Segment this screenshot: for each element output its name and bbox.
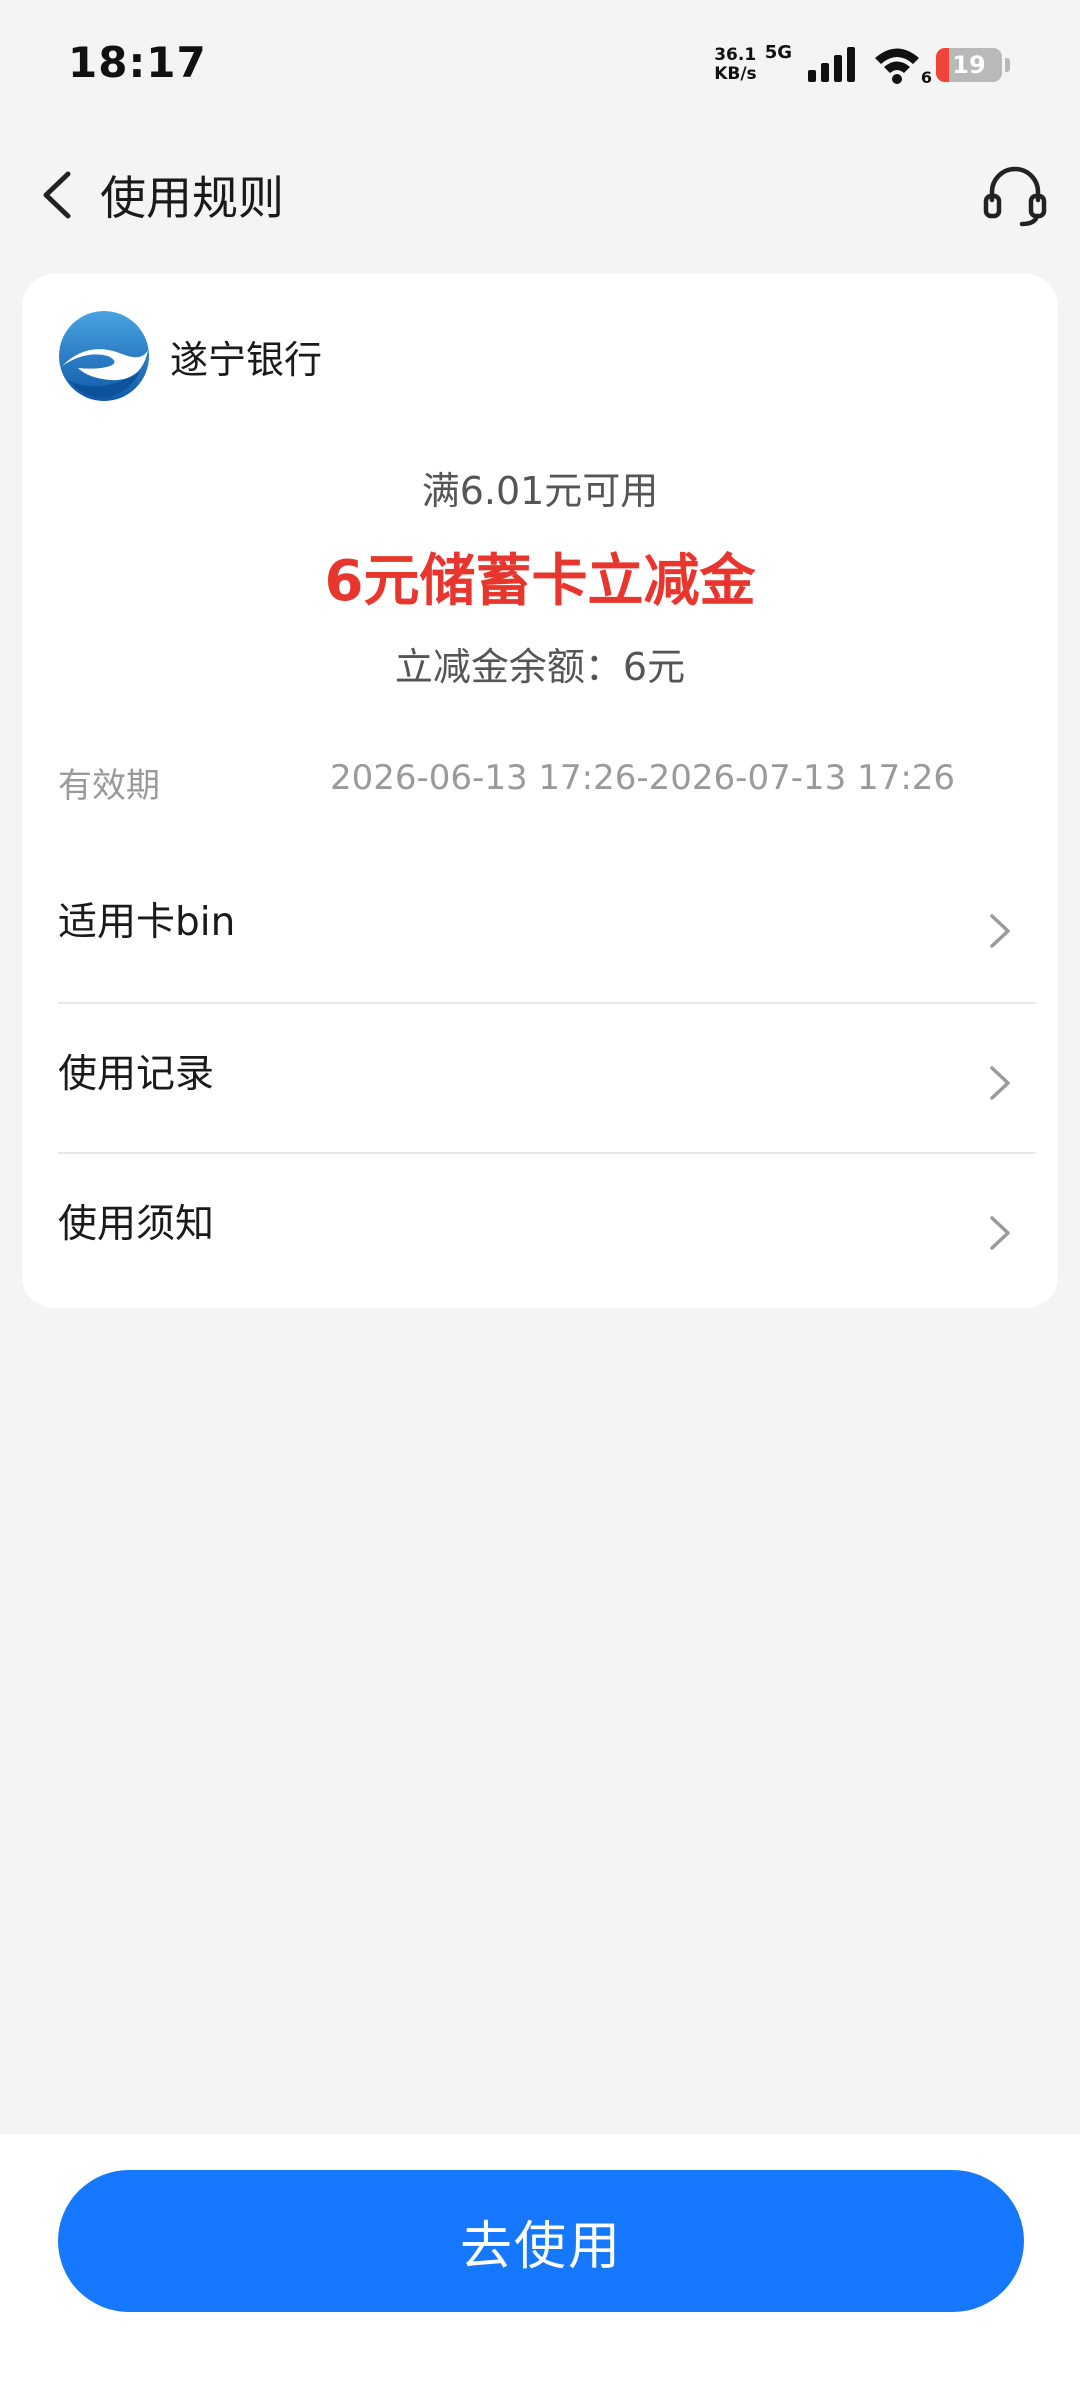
battery-icon: 19 (936, 48, 1002, 82)
coupon-card: 遂宁银行 满6.01元可用 6元储蓄卡立减金 立减金余额：6元 有效期 2026… (22, 274, 1058, 1308)
network-type: 5G (764, 42, 792, 63)
menu-item-label: 适用卡bin (58, 900, 236, 945)
page: 18:17 36.1 KB/s 5G 6 19 使用规则 遂宁银行 满6.01元… (0, 0, 1080, 2400)
bank-row: 遂宁银行 (58, 310, 322, 402)
back-arrow-icon[interactable] (30, 162, 90, 228)
battery-group: 19 (936, 48, 1010, 82)
battery-level: 19 (952, 51, 986, 79)
menu-item-label: 使用记录 (58, 1052, 215, 1097)
battery-cap (1005, 58, 1010, 72)
use-now-button[interactable]: 去使用 (58, 2170, 1024, 2312)
wifi-group: 6 (872, 45, 932, 87)
net-speed: 36.1 KB/s (714, 46, 756, 84)
menu-item-usage-notice[interactable]: 使用须知 (58, 1152, 1036, 1302)
wifi-sub: 6 (920, 68, 932, 87)
net-speed-value: 36.1 (714, 45, 757, 65)
coupon-balance: 立减金余额：6元 (394, 645, 686, 689)
headset-icon[interactable] (980, 160, 1050, 230)
validity-value: 2026-06-13 17:26-2026-07-13 17:26 (330, 758, 956, 798)
status-time: 18:17 (68, 38, 207, 87)
bottom-action-bar: 去使用 (0, 2134, 1080, 2400)
menu-item-usage-record[interactable]: 使用记录 (58, 1002, 1036, 1152)
wifi-icon (875, 48, 919, 84)
header: 使用规则 (0, 140, 1080, 250)
status-icons: 36.1 KB/s 5G 6 19 (714, 40, 1010, 90)
coupon-title: 6元储蓄卡立减金 (324, 549, 756, 614)
usage-threshold: 满6.01元可用 (421, 469, 659, 513)
bank-name: 遂宁银行 (170, 337, 323, 382)
status-bar: 18:17 36.1 KB/s 5G 6 19 (0, 0, 1080, 130)
chevron-right-icon (990, 914, 1010, 948)
validity-row: 有效期 2026-06-13 17:26-2026-07-13 17:26 (58, 758, 1018, 808)
menu-item-card-bin[interactable]: 适用卡bin (58, 850, 1036, 1000)
battery-fill (936, 48, 949, 82)
page-title: 使用规则 (100, 171, 284, 225)
net-speed-unit: KB/s (714, 64, 757, 84)
chevron-right-icon (990, 1216, 1010, 1250)
signal-icon (808, 47, 855, 82)
validity-label: 有效期 (58, 766, 160, 806)
bank-logo-icon (59, 311, 149, 401)
chevron-right-icon (990, 1066, 1010, 1100)
menu-item-label: 使用须知 (58, 1202, 215, 1247)
